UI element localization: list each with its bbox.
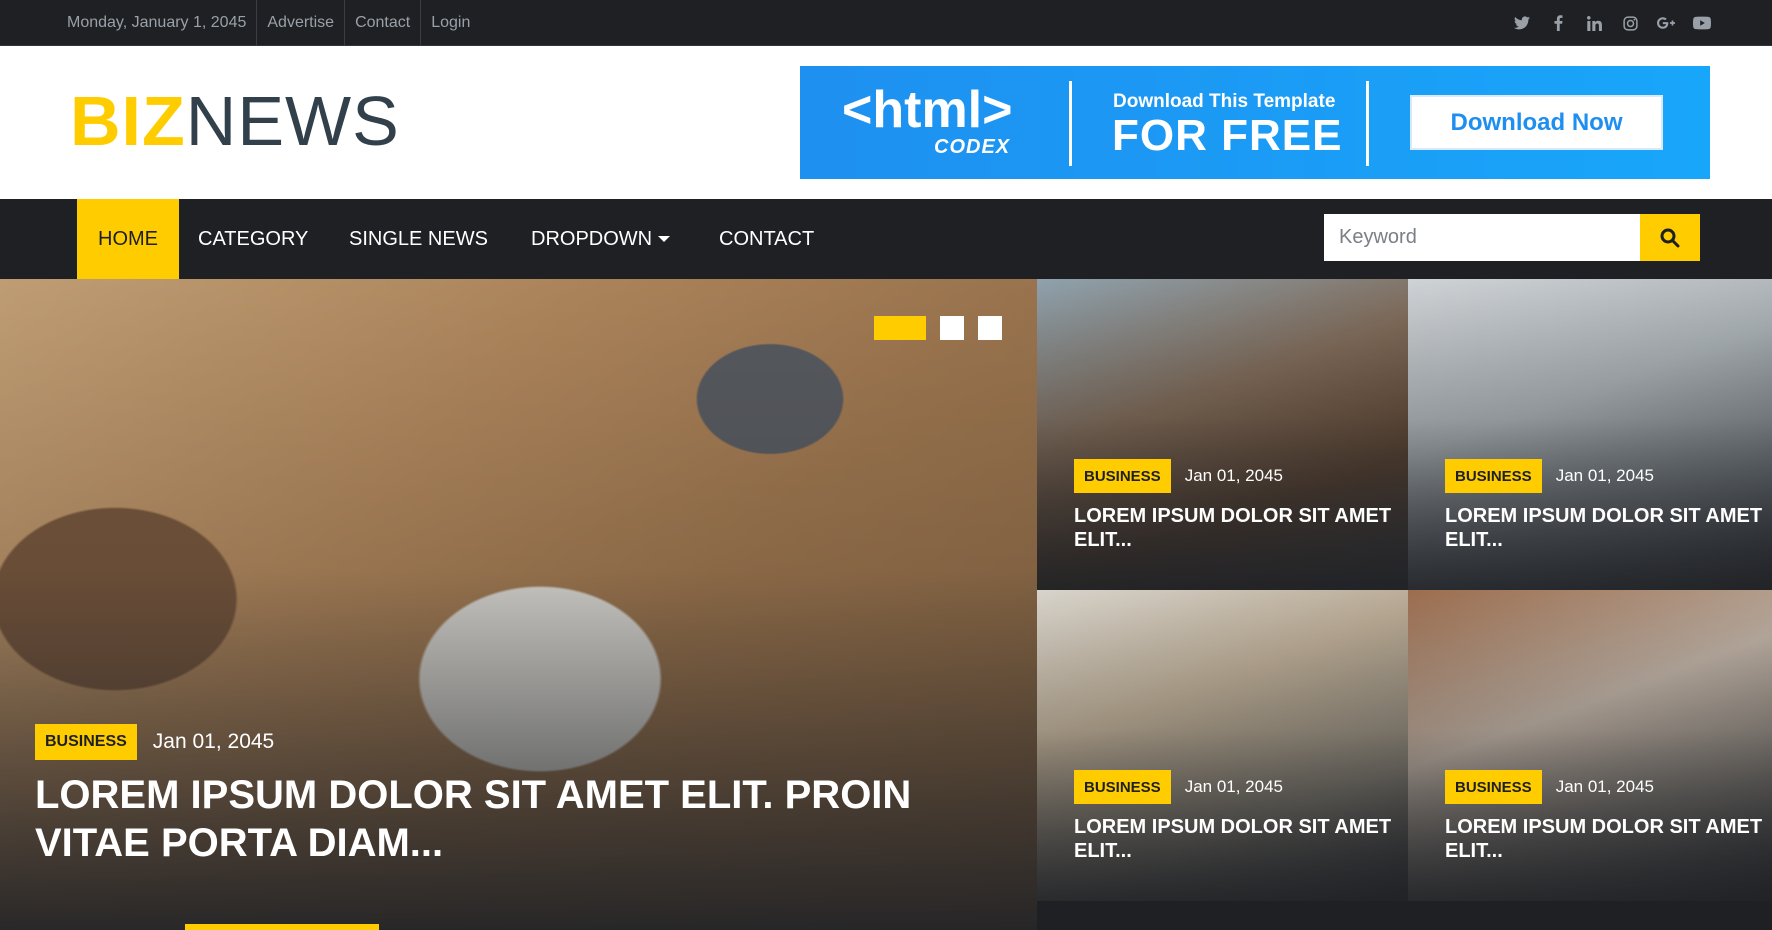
hero-slide[interactable]: BUSINESS Jan 01, 2045 LOREM IPSUM DOLOR … xyxy=(0,279,1037,930)
contact-link[interactable]: Contact xyxy=(345,0,422,46)
category-badge[interactable]: BUSINESS xyxy=(1445,459,1542,493)
instagram-icon[interactable] xyxy=(1621,14,1639,32)
hero-title[interactable]: LOREM IPSUM DOLOR SIT AMET ELIT. PROIN V… xyxy=(35,771,985,867)
social-links xyxy=(1513,0,1711,46)
ad-divider xyxy=(1366,81,1369,166)
ad-brand: <html> xyxy=(842,81,1013,139)
linkedin-icon[interactable] xyxy=(1585,14,1603,32)
top-bar: Monday, January 1, 2045 Advertise Contac… xyxy=(0,0,1772,46)
card-meta: BUSINESS Jan 01, 2045 xyxy=(1074,459,1283,493)
logo-news: NEWS xyxy=(185,82,400,160)
card-title[interactable]: LOREM IPSUM DOLOR SIT AMET ELIT... xyxy=(1074,504,1394,552)
ad-line1: Download This Template xyxy=(1113,91,1336,112)
search-icon xyxy=(1660,228,1680,247)
ad-brand-sub: CODEX xyxy=(934,136,1011,158)
carousel-dot-2[interactable] xyxy=(940,316,964,340)
twitter-icon[interactable] xyxy=(1513,14,1531,32)
advertise-link[interactable]: Advertise xyxy=(257,0,346,46)
news-card[interactable]: BUSINESS Jan 01, 2045 LOREM IPSUM DOLOR … xyxy=(1408,279,1772,590)
category-badge[interactable]: BUSINESS xyxy=(35,724,137,760)
youtube-icon[interactable] xyxy=(1693,14,1711,32)
current-date: Monday, January 1, 2045 xyxy=(60,0,258,46)
site-header: BIZNEWS <html> CODEX Download This Templ… xyxy=(0,46,1772,199)
post-date[interactable]: Jan 01, 2045 xyxy=(153,730,274,754)
card-title[interactable]: LOREM IPSUM DOLOR SIT AMET ELIT... xyxy=(1074,815,1394,863)
nav-category[interactable]: CATEGORY xyxy=(198,199,308,279)
news-card[interactable]: BUSINESS Jan 01, 2045 LOREM IPSUM DOLOR … xyxy=(1037,279,1408,590)
card-meta: BUSINESS Jan 01, 2045 xyxy=(1074,770,1283,804)
top-links: Monday, January 1, 2045 Advertise Contac… xyxy=(60,0,480,46)
nav-dropdown[interactable]: DROPDOWN xyxy=(531,199,671,279)
google-plus-icon[interactable] xyxy=(1657,14,1675,32)
carousel-dot-3[interactable] xyxy=(978,316,1002,340)
nav-dropdown-label: DROPDOWN xyxy=(531,227,653,250)
category-badge[interactable]: BUSINESS xyxy=(1074,770,1171,804)
card-meta: BUSINESS Jan 01, 2045 xyxy=(1445,459,1654,493)
card-title[interactable]: LOREM IPSUM DOLOR SIT AMET ELIT... xyxy=(1445,815,1765,863)
site-logo[interactable]: BIZNEWS xyxy=(70,86,400,156)
hero-meta: BUSINESS Jan 01, 2045 xyxy=(35,724,274,760)
post-date[interactable]: Jan 01, 2045 xyxy=(1185,466,1283,486)
logo-biz: BIZ xyxy=(70,82,186,160)
news-card[interactable]: BUSINESS Jan 01, 2045 LOREM IPSUM DOLOR … xyxy=(1037,590,1408,901)
category-badge[interactable]: BUSINESS xyxy=(1445,770,1542,804)
nav-contact[interactable]: CONTACT xyxy=(719,199,814,279)
search-button[interactable] xyxy=(1640,214,1700,261)
category-badge[interactable]: BUSINESS xyxy=(1074,459,1171,493)
ad-banner[interactable]: <html> CODEX Download This Template FOR … xyxy=(800,66,1710,179)
card-title[interactable]: LOREM IPSUM DOLOR SIT AMET ELIT... xyxy=(1445,504,1765,552)
ad-line2: FOR FREE xyxy=(1112,111,1343,160)
caret-down-icon xyxy=(658,236,671,242)
news-card[interactable]: BUSINESS Jan 01, 2045 LOREM IPSUM DOLOR … xyxy=(1408,590,1772,901)
nav-single-news[interactable]: SINGLE NEWS xyxy=(349,199,488,279)
facebook-icon[interactable] xyxy=(1549,14,1567,32)
search-input[interactable] xyxy=(1324,214,1640,261)
hero-accent-bar xyxy=(185,924,379,930)
post-date[interactable]: Jan 01, 2045 xyxy=(1556,777,1654,797)
download-now-button[interactable]: Download Now xyxy=(1410,95,1663,150)
nav-home[interactable]: HOME xyxy=(77,199,179,279)
main-nav: HOME CATEGORY SINGLE NEWS DROPDOWN CONTA… xyxy=(0,199,1772,279)
post-date[interactable]: Jan 01, 2045 xyxy=(1185,777,1283,797)
carousel-indicators xyxy=(874,316,1002,340)
ad-divider xyxy=(1069,81,1072,166)
carousel-dot-1[interactable] xyxy=(874,316,926,340)
card-meta: BUSINESS Jan 01, 2045 xyxy=(1445,770,1654,804)
search-form xyxy=(1324,214,1700,261)
post-date[interactable]: Jan 01, 2045 xyxy=(1556,466,1654,486)
login-link[interactable]: Login xyxy=(421,0,480,46)
